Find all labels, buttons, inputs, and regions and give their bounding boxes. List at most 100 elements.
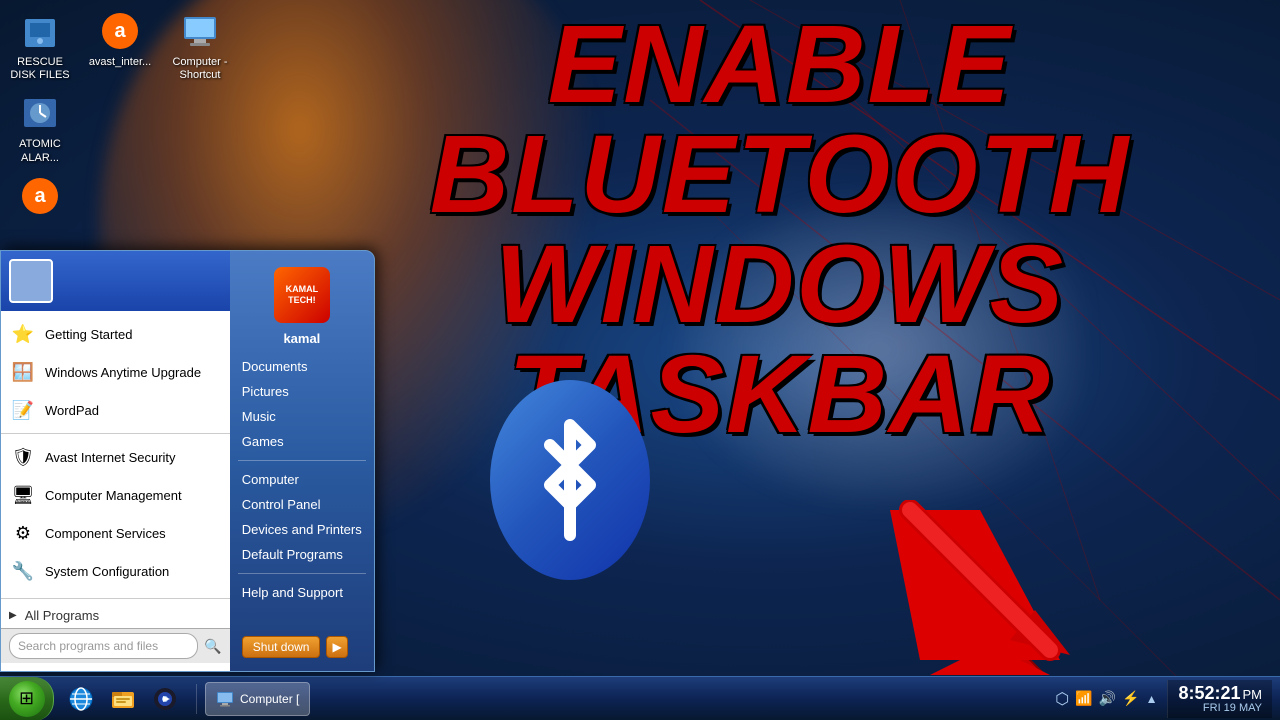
right-games[interactable]: Games bbox=[230, 429, 374, 454]
network-tray-icon[interactable]: 📶 bbox=[1075, 690, 1092, 707]
start-menu-getting-started[interactable]: ⭐ Getting Started bbox=[1, 315, 230, 353]
start-menu-component-services[interactable]: ⚙ Component Services bbox=[1, 514, 230, 552]
user-logo: KAMALTECH! bbox=[274, 267, 330, 323]
start-orb: ⊞ bbox=[9, 681, 45, 717]
taskbar-separator bbox=[196, 684, 197, 714]
rescue-disk-icon bbox=[19, 10, 61, 52]
start-menu-header bbox=[1, 251, 230, 311]
volume-tray-icon[interactable]: 🔊 bbox=[1099, 690, 1116, 707]
system-config-icon: 🔧 bbox=[9, 557, 37, 585]
right-user-name: kamal bbox=[230, 331, 374, 346]
start-menu-items: ⭐ Getting Started 🪟 Windows Anytime Upgr… bbox=[1, 311, 230, 594]
search-box[interactable]: Search programs and files bbox=[9, 633, 198, 659]
start-menu-computer-mgmt[interactable]: 🖥 Computer Management bbox=[1, 476, 230, 514]
avast-label: Avast Internet Security bbox=[45, 450, 176, 465]
clock-date: FRI 19 MAY bbox=[1203, 702, 1262, 714]
avast-internet-label: avast_inter... bbox=[89, 56, 151, 69]
component-services-icon: ⚙ bbox=[9, 519, 37, 547]
taskbar: ⊞ bbox=[0, 676, 1280, 720]
right-panel-divider-1 bbox=[238, 460, 366, 461]
svg-text:a: a bbox=[34, 185, 46, 207]
taskbar-app-computer-label: Computer [ bbox=[240, 692, 299, 706]
start-menu: ⭐ Getting Started 🪟 Windows Anytime Upgr… bbox=[0, 250, 375, 672]
all-programs-label: All Programs bbox=[25, 608, 99, 623]
taskbar-app-computer[interactable]: Computer [ bbox=[205, 682, 310, 716]
desktop-icon-avast2[interactable]: a bbox=[5, 175, 75, 221]
right-help-support[interactable]: Help and Support bbox=[230, 580, 374, 605]
right-music[interactable]: Music bbox=[230, 404, 374, 429]
search-placeholder: Search programs and files bbox=[18, 639, 158, 653]
wordpad-icon: 📝 bbox=[9, 396, 37, 424]
rescue-disk-label: RESCUE DISK FILES bbox=[5, 56, 75, 82]
right-pictures[interactable]: Pictures bbox=[230, 379, 374, 404]
search-icon: 🔍 bbox=[204, 638, 221, 655]
all-programs-arrow: ▶ bbox=[9, 610, 17, 621]
start-button[interactable]: ⊞ bbox=[0, 677, 54, 720]
computer-shortcut-label: Computer - Shortcut bbox=[165, 56, 235, 82]
component-services-label: Component Services bbox=[45, 526, 166, 541]
taskbar-right-area: ⬡ 📶 🔊 ⚡ ▲ 8:52:21 PM FRI 19 MAY bbox=[1041, 680, 1280, 718]
notification-tray-icon[interactable]: ▲ bbox=[1146, 692, 1158, 706]
taskbar-pinned-apps bbox=[54, 681, 192, 717]
bluetooth-tray-icon[interactable]: ⬡ bbox=[1055, 689, 1069, 709]
taskbar-active-apps: Computer [ bbox=[201, 682, 1041, 716]
start-menu-system-config[interactable]: 🔧 System Configuration bbox=[1, 552, 230, 590]
avast2-icon: a bbox=[19, 175, 61, 217]
bluetooth-oval bbox=[490, 380, 650, 580]
atomic-alarm-icon bbox=[19, 92, 61, 134]
taskbar-pin-explorer[interactable] bbox=[104, 681, 142, 717]
taskbar-pin-ie[interactable] bbox=[62, 681, 100, 717]
right-documents[interactable]: Documents bbox=[230, 354, 374, 379]
system-config-label: System Configuration bbox=[45, 564, 169, 579]
all-programs-item[interactable]: ▶ All Programs bbox=[1, 603, 230, 628]
desktop-icons-area: RESCUE DISK FILES a avast_inter... bbox=[5, 10, 235, 221]
start-menu-wordpad[interactable]: 📝 WordPad bbox=[1, 391, 230, 429]
shutdown-button[interactable]: Shut down bbox=[242, 636, 321, 658]
system-tray: ⬡ 📶 🔊 ⚡ ▲ bbox=[1049, 689, 1163, 709]
windows-logo-icon: ⊞ bbox=[19, 688, 34, 709]
windows-anytime-label: Windows Anytime Upgrade bbox=[45, 365, 201, 380]
clock[interactable]: 8:52:21 PM FRI 19 MAY bbox=[1167, 680, 1272, 718]
user-avatar bbox=[9, 259, 53, 303]
start-menu-windows-anytime[interactable]: 🪟 Windows Anytime Upgrade bbox=[1, 353, 230, 391]
red-arrow bbox=[880, 500, 1080, 680]
desktop-icon-computer-shortcut[interactable]: Computer - Shortcut bbox=[165, 10, 235, 82]
power-tray-icon[interactable]: ⚡ bbox=[1122, 690, 1139, 707]
start-menu-right-panel: KAMALTECH! kamal Documents Pictures Musi… bbox=[230, 251, 374, 671]
shutdown-arrow-button[interactable]: ▶ bbox=[326, 636, 347, 658]
computer-mgmt-label: Computer Management bbox=[45, 488, 182, 503]
taskbar-pin-media-player[interactable] bbox=[146, 681, 184, 717]
svg-text:a: a bbox=[114, 20, 126, 42]
start-menu-search-area: Search programs and files 🔍 bbox=[1, 628, 230, 663]
right-control-panel[interactable]: Control Panel bbox=[230, 492, 374, 517]
right-default-programs[interactable]: Default Programs bbox=[230, 542, 374, 567]
computer-shortcut-icon bbox=[179, 10, 221, 52]
right-panel-divider-2 bbox=[238, 573, 366, 574]
desktop-icon-atomic-alarm[interactable]: ATOMIC ALAR... bbox=[5, 92, 75, 164]
icon-row-1: RESCUE DISK FILES a avast_inter... bbox=[5, 10, 235, 82]
bluetooth-big-icon bbox=[490, 380, 650, 580]
start-menu-left-panel: ⭐ Getting Started 🪟 Windows Anytime Upgr… bbox=[1, 251, 230, 671]
avast-internet-icon: a bbox=[99, 10, 141, 52]
clock-date-text: FRI 19 MAY bbox=[1203, 702, 1262, 714]
desktop-icon-avast-internet[interactable]: a avast_inter... bbox=[85, 10, 155, 82]
windows-anytime-icon: 🪟 bbox=[9, 358, 37, 386]
avast-icon: 🛡 bbox=[9, 443, 37, 471]
start-menu-divider-2 bbox=[1, 598, 230, 599]
getting-started-icon: ⭐ bbox=[9, 320, 37, 348]
atomic-alarm-label: ATOMIC ALAR... bbox=[5, 138, 75, 164]
clock-time: 8:52:21 bbox=[1178, 684, 1240, 702]
start-menu-divider-1 bbox=[1, 433, 230, 434]
icon-row-2: ATOMIC ALAR... bbox=[5, 92, 235, 164]
right-computer[interactable]: Computer bbox=[230, 467, 374, 492]
clock-ampm: PM bbox=[1243, 687, 1263, 702]
wordpad-label: WordPad bbox=[45, 403, 99, 418]
getting-started-label: Getting Started bbox=[45, 327, 132, 342]
start-menu-avast[interactable]: 🛡 Avast Internet Security bbox=[1, 438, 230, 476]
desktop-icon-rescue-disk[interactable]: RESCUE DISK FILES bbox=[5, 10, 75, 82]
desktop: ENABLE BLUETOOTH WINDOWS TASKBAR RESCUE … bbox=[0, 0, 1280, 720]
icon-row-3: a bbox=[5, 175, 235, 221]
shutdown-row: Shut down ▶ bbox=[230, 631, 374, 663]
right-devices-printers[interactable]: Devices and Printers bbox=[230, 517, 374, 542]
user-logo-text: KAMALTECH! bbox=[286, 284, 319, 306]
